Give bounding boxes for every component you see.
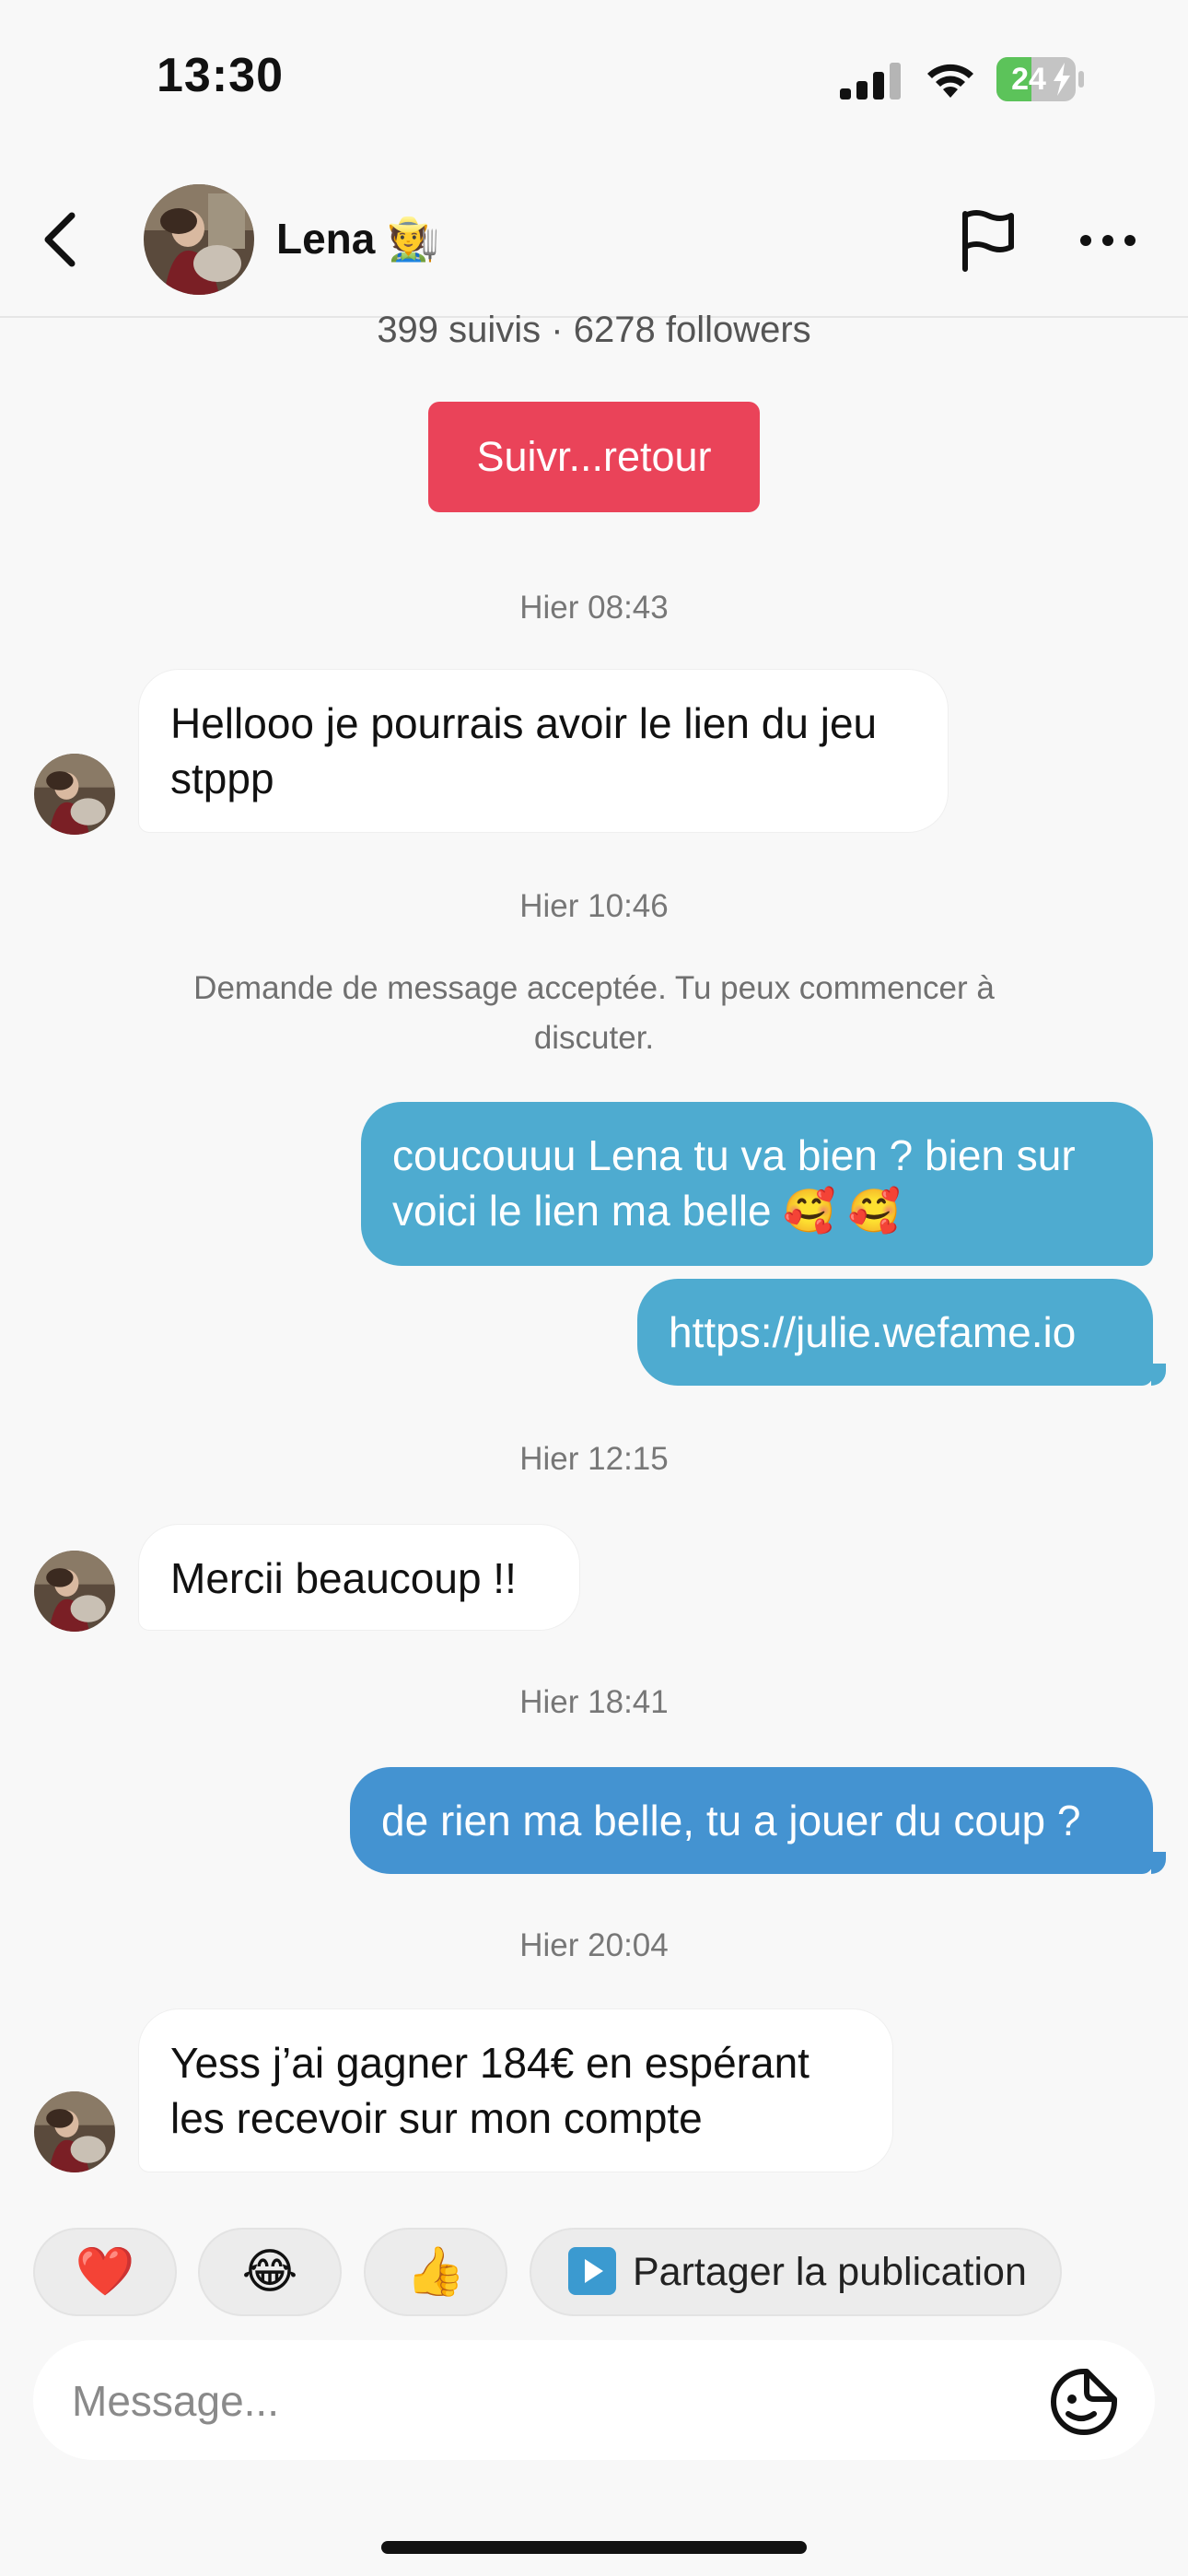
follow-back-button[interactable]: Suivr...retour (428, 402, 760, 512)
message-line: Mercii beaucoup !! (170, 1554, 517, 1602)
message-line: Yess j’ai gagner 184€ en espérant (170, 2039, 809, 2087)
back-arrow-icon[interactable] (37, 210, 87, 269)
sender-avatar[interactable] (34, 754, 115, 835)
more-icon[interactable] (1077, 225, 1138, 256)
sticker-icon[interactable] (1050, 2368, 1118, 2436)
message-timestamp: Hier 08:43 (519, 590, 669, 626)
reaction-thumbs-up-chip[interactable]: 👍 (364, 2228, 507, 2316)
message-line: les recevoir sur mon compte (170, 2094, 703, 2142)
message-input[interactable] (70, 2340, 995, 2462)
reaction-laugh-chip[interactable]: 😂 (198, 2228, 342, 2316)
flag-icon[interactable] (958, 208, 1019, 273)
contact-avatar[interactable] (144, 184, 254, 295)
battery-level: 24 (1011, 62, 1046, 97)
bubble-tail (1151, 1364, 1166, 1386)
message-composer (33, 2340, 1155, 2462)
message-timestamp: Hier 20:04 (519, 1927, 669, 1963)
home-indicator (381, 2541, 807, 2554)
outgoing-message[interactable]: coucouuu Lena tu va bien ? bien sur voic… (361, 1102, 1153, 1266)
incoming-message[interactable]: Mercii beaucoup !! (138, 1524, 580, 1631)
system-notice: Demande de message acceptée. Tu peux com… (193, 970, 995, 1056)
outgoing-link-message[interactable]: https://julie.wefame.io (637, 1279, 1153, 1386)
message-line: de rien ma belle, tu a jouer du coup ? (381, 1797, 1081, 1844)
signal-icon (840, 63, 901, 100)
message-line: Hellooo je pourrais avoir le lien du jeu (170, 699, 878, 747)
reaction-heart-chip[interactable]: ❤️ (33, 2228, 177, 2316)
share-publication-label: Partager la publication (633, 2250, 1027, 2294)
outgoing-message[interactable]: de rien ma belle, tu a jouer du coup ? (350, 1767, 1153, 1874)
battery-charging-icon: 24 (996, 57, 1085, 101)
contact-name[interactable]: Lena 🧑‍🌾 (276, 214, 439, 264)
incoming-message[interactable]: Hellooo je pourrais avoir le lien du jeu… (138, 669, 949, 833)
message-timestamp: Hier 18:41 (519, 1684, 669, 1720)
bubble-tail (1151, 1852, 1166, 1874)
share-publication-button[interactable]: Partager la publication (530, 2228, 1062, 2316)
message-link[interactable]: https://julie.wefame.io (669, 1305, 1131, 1360)
sender-avatar[interactable] (34, 1551, 115, 1632)
play-icon (568, 2246, 616, 2295)
message-timestamp: Hier 10:46 (519, 888, 669, 924)
sender-avatar[interactable] (34, 2091, 115, 2172)
follow-info: 399 suivis · 6278 followers (377, 310, 811, 350)
message-line: stppp (170, 755, 274, 802)
message-line: coucouuu Lena tu va bien ? bien sur (392, 1131, 1076, 1179)
wifi-icon (927, 64, 973, 98)
message-line: voici le lien ma belle 🥰 🥰 (392, 1187, 901, 1235)
message-timestamp: Hier 12:15 (519, 1441, 669, 1477)
incoming-message[interactable]: Yess j’ai gagner 184€ en espérant les re… (138, 2008, 893, 2172)
status-time: 13:30 (157, 49, 284, 102)
